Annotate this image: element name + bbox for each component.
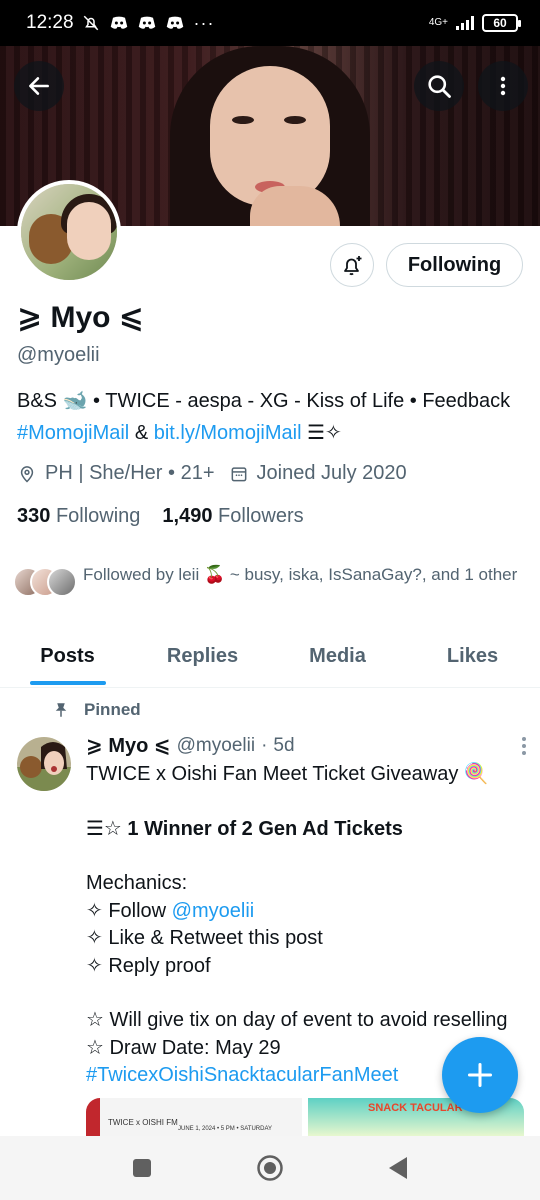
bio-ampersand: &: [134, 422, 149, 444]
tweet-more-button[interactable]: [522, 736, 526, 755]
profile-handle: @myoelii: [17, 344, 100, 366]
pinned-label: Pinned: [84, 700, 141, 719]
tweet-author-avatar[interactable]: [17, 737, 71, 791]
home-button[interactable]: [250, 1148, 290, 1188]
back-button[interactable]: [14, 61, 64, 111]
tweet-line: ✧ Reply proof: [86, 954, 211, 977]
signal-icon: [456, 16, 474, 30]
calendar-icon: [231, 466, 246, 481]
following-count: 330: [17, 505, 51, 527]
status-time: 12:28: [26, 12, 74, 33]
more-dot-icon: [522, 743, 526, 748]
more-vertical-icon: [500, 76, 506, 96]
search-icon: [428, 75, 451, 98]
tab-likes[interactable]: Likes: [405, 630, 540, 687]
following-label: Following: [55, 505, 141, 527]
back-triangle-icon: [389, 1157, 407, 1179]
media-ticket-image[interactable]: TWICE x OISHI FM JUNE 1, 2024 • 5 PM • S…: [86, 1098, 302, 1136]
tweet-line: TWICE x Oishi Fan Meet Ticket Giveaway 🍭: [86, 763, 489, 785]
bio-tail: ☰✧: [307, 422, 342, 444]
following-count-link[interactable]: 330 Following: [17, 505, 140, 528]
tweet-separator: ·: [261, 734, 268, 756]
bio-url-link[interactable]: bit.ly/MomojiMail: [154, 422, 302, 444]
tweet-time[interactable]: 5d: [273, 735, 294, 757]
system-nav-bar: [0, 1136, 540, 1200]
discord-icon: [138, 16, 155, 29]
location-pin-icon: [20, 465, 34, 483]
more-options-button[interactable]: [478, 61, 528, 111]
media1-title: TWICE x OISHI FM: [108, 1118, 178, 1127]
pinned-indicator: Pinned: [52, 700, 141, 720]
profile-avatar[interactable]: [17, 180, 121, 284]
mini-avatar: [47, 567, 77, 597]
status-bar: 12:28 ··· 4G+ 60: [0, 0, 540, 46]
compose-fab-button[interactable]: [442, 1037, 518, 1113]
network-type: 4G+: [428, 17, 448, 28]
tab-replies[interactable]: Replies: [135, 630, 270, 687]
tab-posts[interactable]: Posts: [0, 630, 135, 687]
tweet-line: ✧ Follow: [86, 899, 172, 922]
plus-icon: [467, 1062, 493, 1088]
more-dot-icon: [522, 750, 526, 755]
tweet-line: ✧ Like & Retweet this post: [86, 927, 323, 949]
followers-label: Followers: [218, 505, 304, 527]
arrow-left-icon: [29, 77, 49, 95]
profile-bio: B&S 🐋 • TWICE - aespa - XG - Kiss of Lif…: [17, 385, 527, 449]
mute-bell-icon: [83, 15, 98, 31]
media2-title: SNACK TACULAR: [368, 1102, 463, 1114]
tweet-mention-link[interactable]: @myoelii: [172, 900, 255, 922]
following-button[interactable]: Following: [386, 243, 523, 287]
profile-meta: PH | She/Her • 21+ Joined July 2020: [17, 462, 407, 485]
tweet-line: ☆ Will give tix on day of event to avoid…: [86, 1009, 508, 1031]
battery-level: 60: [493, 16, 507, 30]
location-text: PH | She/Her • 21+: [45, 462, 215, 484]
discord-icon: [166, 16, 183, 29]
followed-by-row[interactable]: Followed by leii 🍒 ~ busy, iska, IsSanaG…: [13, 563, 523, 599]
tweet-header: ⩾ Myo ⩽ @myoelii · 5d: [86, 733, 526, 758]
notifications-bell-button[interactable]: [330, 243, 374, 287]
followed-by-text: Followed by leii 🍒 ~ busy, iska, IsSanaG…: [83, 565, 518, 584]
bell-plus-icon: [344, 256, 362, 276]
more-dot-icon: [522, 736, 526, 741]
profile-tabs: Posts Replies Media Likes: [0, 630, 540, 688]
tweet-handle[interactable]: @myoelii: [177, 735, 255, 757]
tweet-line-bold: ☰☆ 1 Winner of 2 Gen Ad Tickets: [86, 817, 403, 840]
home-circle-icon: [257, 1155, 283, 1181]
recents-square-icon: [133, 1159, 151, 1177]
back-nav-button[interactable]: [378, 1148, 418, 1188]
search-button[interactable]: [414, 61, 464, 111]
tweet-body: TWICE x Oishi Fan Meet Ticket Giveaway 🍭…: [86, 761, 526, 1090]
tweet-display-name[interactable]: ⩾ Myo ⩽: [86, 733, 171, 758]
joined-text: Joined July 2020: [256, 462, 407, 484]
status-notification-icons: ···: [82, 13, 215, 34]
profile-name: ⩾ Myo ⩽: [17, 301, 144, 334]
battery-icon: 60: [482, 14, 521, 32]
tweet-line: Mechanics:: [86, 872, 188, 894]
follower-avatars: [13, 563, 79, 599]
discord-icon: [110, 16, 127, 29]
recents-button[interactable]: [122, 1148, 162, 1188]
avatar-image: [17, 737, 71, 791]
tab-media[interactable]: Media: [270, 630, 405, 687]
followers-count: 1,490: [162, 505, 213, 527]
pin-icon: [55, 703, 67, 717]
bio-hashtag-link[interactable]: #MomojiMail: [17, 422, 129, 444]
media1-date: JUNE 1, 2024 • 5 PM • SATURDAY: [178, 1126, 273, 1132]
followers-count-link[interactable]: 1,490 Followers: [162, 505, 303, 528]
follow-counts: 330 Following 1,490 Followers: [17, 505, 304, 528]
more-dots-icon: ···: [193, 12, 215, 33]
bio-line-1: B&S 🐋 • TWICE - aespa - XG - Kiss of Lif…: [17, 390, 511, 412]
